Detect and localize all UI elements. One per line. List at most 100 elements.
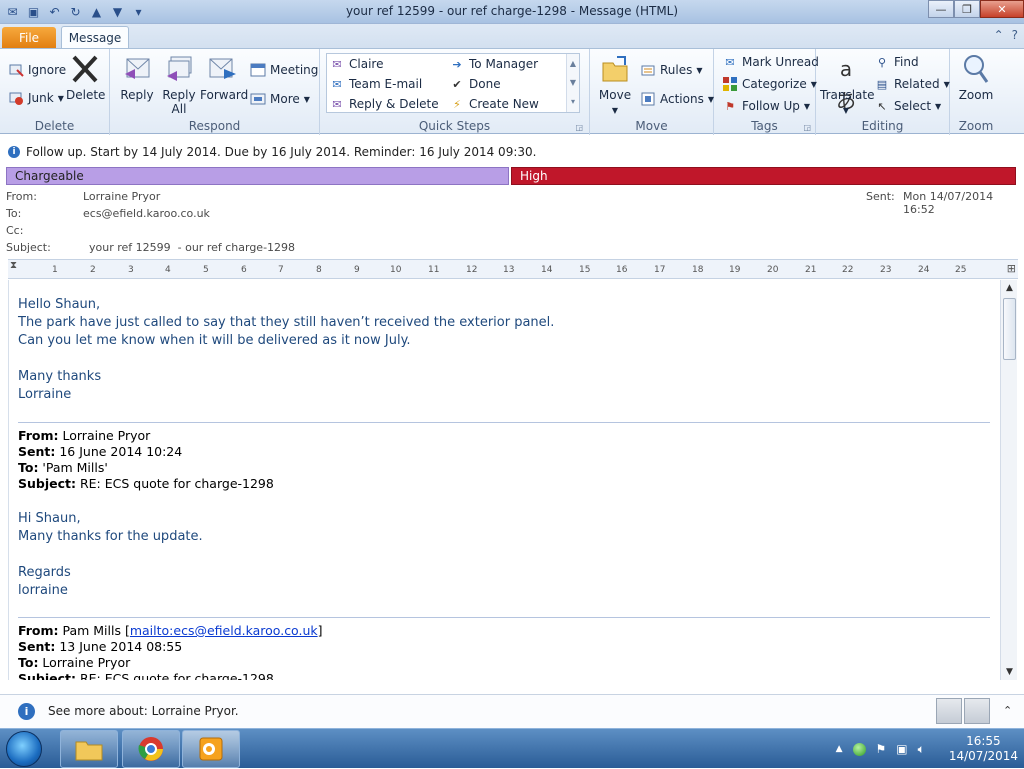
- quick-steps-group-label: Quick Steps: [418, 119, 491, 133]
- binoculars-icon: ⚲: [877, 55, 887, 69]
- minimize-ribbon-icon[interactable]: ⌃: [994, 28, 1004, 42]
- scroll-down-icon[interactable]: ▼: [1001, 664, 1018, 680]
- reply1-regards: Regards: [18, 565, 71, 580]
- outlook-icon: [199, 737, 223, 761]
- sent-value: Mon 14/07/2014 16:52: [903, 190, 994, 216]
- maximize-button[interactable]: ❐: [954, 0, 980, 18]
- dialog-launcher-icon[interactable]: ◲: [575, 123, 583, 132]
- forward-icon: [209, 58, 236, 79]
- find-button[interactable]: ⚲ Find: [874, 54, 919, 70]
- show-hidden-icons-icon[interactable]: ▲: [836, 744, 843, 754]
- chrome-taskbar-button[interactable]: [122, 730, 180, 768]
- dialog-launcher-icon[interactable]: ◲: [803, 123, 811, 132]
- scroll-thumb[interactable]: [1003, 298, 1016, 360]
- ribbon: Ignore Junk ▼ Delete Delete Reply Reply Al…: [0, 48, 1024, 135]
- ignore-button[interactable]: Ignore: [8, 62, 66, 78]
- quick-step-done[interactable]: ✔ Done: [449, 76, 500, 92]
- respond-group: Reply Reply All Forward Meeting More ▼ Res…: [110, 49, 320, 135]
- action-center-flag-icon[interactable]: ⚑: [876, 742, 887, 756]
- select-button[interactable]: ↖ Select ▼: [874, 98, 941, 114]
- ruler[interactable]: ⧗ 1 2 3 4 5 6 7 8 9 10 11 12 13 14 15 16…: [8, 259, 1018, 279]
- to-value[interactable]: ecs@efield.karoo.co.uk: [83, 207, 210, 220]
- forward-button[interactable]: Forward: [200, 53, 248, 102]
- dropdown-arrow-icon: ▼: [611, 106, 619, 115]
- reply-delete-icon: ✉: [332, 97, 342, 111]
- close-button[interactable]: ✕: [980, 0, 1024, 18]
- ruler-toggle-icon[interactable]: ⊞: [1007, 262, 1016, 275]
- related-icon: ▤: [876, 77, 888, 91]
- people-pane-text[interactable]: See more about: Lorraine Pryor.: [48, 704, 239, 718]
- reply1-subject: Subject: RE: ECS quote for charge-1298: [18, 476, 274, 491]
- dropdown-arrow-icon: ▼: [303, 94, 310, 104]
- meeting-button[interactable]: Meeting: [250, 62, 318, 78]
- divider: [18, 422, 990, 423]
- tags-group-label: Tags: [751, 119, 778, 133]
- quick-step-claire[interactable]: ✉ Claire: [329, 56, 383, 72]
- status-icon[interactable]: [852, 742, 866, 756]
- avatar[interactable]: [964, 698, 990, 724]
- envelope-icon: ✉: [725, 55, 735, 69]
- move-button[interactable]: Move ▼: [596, 53, 634, 118]
- category-bar-chargeable: Chargeable: [6, 167, 509, 185]
- translate-button[interactable]: aあ Translate ▼: [820, 53, 875, 118]
- mark-unread-button[interactable]: ✉ Mark Unread: [722, 54, 818, 70]
- body-line-1: The park have just called to say that th…: [18, 315, 555, 330]
- quick-step-team-email[interactable]: ✉ Team E-mail: [329, 76, 422, 92]
- rules-button[interactable]: Rules ▼: [640, 62, 703, 78]
- dropdown-arrow-icon: ▼: [57, 93, 64, 103]
- related-button[interactable]: ▤ Related ▼: [874, 76, 950, 92]
- lightning-icon: ⚡: [453, 97, 461, 111]
- tab-file[interactable]: File: [2, 27, 56, 48]
- delete-button[interactable]: Delete: [66, 53, 105, 102]
- cursor-icon: ↖: [877, 99, 887, 113]
- expand-people-pane-icon[interactable]: ⌃: [1003, 704, 1012, 717]
- actions-button[interactable]: Actions ▼: [640, 91, 714, 107]
- more-icon: [250, 91, 266, 107]
- taskbar: ▲ ⚑ ▣ 🔈︎ 16:55 14/07/2014: [0, 728, 1024, 768]
- avatar[interactable]: [936, 698, 962, 724]
- categorize-button[interactable]: Categorize ▼: [722, 76, 817, 92]
- ignore-icon: [8, 62, 24, 78]
- explorer-taskbar-button[interactable]: [60, 730, 118, 768]
- dropdown-arrow-icon: ▼: [696, 65, 703, 75]
- quick-step-reply-delete[interactable]: ✉ Reply & Delete: [329, 96, 438, 112]
- from-label: From:: [6, 190, 37, 203]
- forward-arrow-icon: ➔: [452, 57, 462, 71]
- follow-up-button[interactable]: ⚑ Follow Up ▼: [722, 98, 810, 114]
- vertical-scrollbar[interactable]: ▲ ▼: [1000, 280, 1017, 680]
- reply-all-button[interactable]: Reply All: [160, 53, 198, 116]
- respond-group-label: Respond: [188, 119, 241, 133]
- dropdown-arrow-icon: ▼: [935, 101, 942, 111]
- quick-step-to-manager[interactable]: ➔ To Manager: [449, 56, 538, 72]
- scroll-up-icon[interactable]: ▲: [1001, 280, 1018, 296]
- volume-icon[interactable]: 🔈︎: [918, 742, 925, 757]
- junk-button[interactable]: Junk ▼: [8, 90, 64, 106]
- indent-marker-icon[interactable]: ⧗: [10, 260, 17, 271]
- move-folder-icon: [602, 56, 628, 82]
- greeting: Hello Shaun,: [18, 297, 101, 312]
- minimize-button[interactable]: —: [928, 0, 954, 18]
- more-button[interactable]: More ▼: [250, 91, 310, 107]
- reply1-to: To: 'Pam Mills': [18, 460, 108, 475]
- mailto-link[interactable]: mailto:ecs@efield.karoo.co.uk: [130, 623, 318, 638]
- clock[interactable]: 16:55 14/07/2014: [949, 734, 1018, 764]
- flag-icon: ⚑: [725, 99, 735, 113]
- zoom-button[interactable]: Zoom: [956, 53, 996, 102]
- reply-button[interactable]: Reply: [118, 53, 156, 102]
- reply-icon: [125, 58, 150, 79]
- tab-message[interactable]: Message: [61, 26, 129, 48]
- dropdown-arrow-icon: ▼: [842, 106, 850, 115]
- quick-steps-scrollbar[interactable]: ▲ ▼ ▾: [566, 54, 579, 112]
- network-icon[interactable]: ▣: [896, 742, 907, 756]
- from-value[interactable]: Lorraine Pryor: [83, 190, 160, 203]
- quick-step-create-new[interactable]: ⚡ Create New: [449, 96, 539, 112]
- help-icon[interactable]: ?: [1012, 28, 1018, 42]
- magnifier-icon: [964, 55, 989, 83]
- follow-up-infobar: i Follow up. Start by 14 July 2014. Due …: [0, 141, 1024, 163]
- signature: Lorraine: [18, 387, 72, 402]
- cc-label: Cc:: [6, 224, 24, 237]
- outlook-taskbar-button[interactable]: [182, 730, 240, 768]
- message-body[interactable]: Hello Shaun, The park have just called t…: [8, 280, 998, 680]
- sent-label: Sent:: [866, 190, 895, 203]
- start-button[interactable]: [6, 731, 42, 767]
